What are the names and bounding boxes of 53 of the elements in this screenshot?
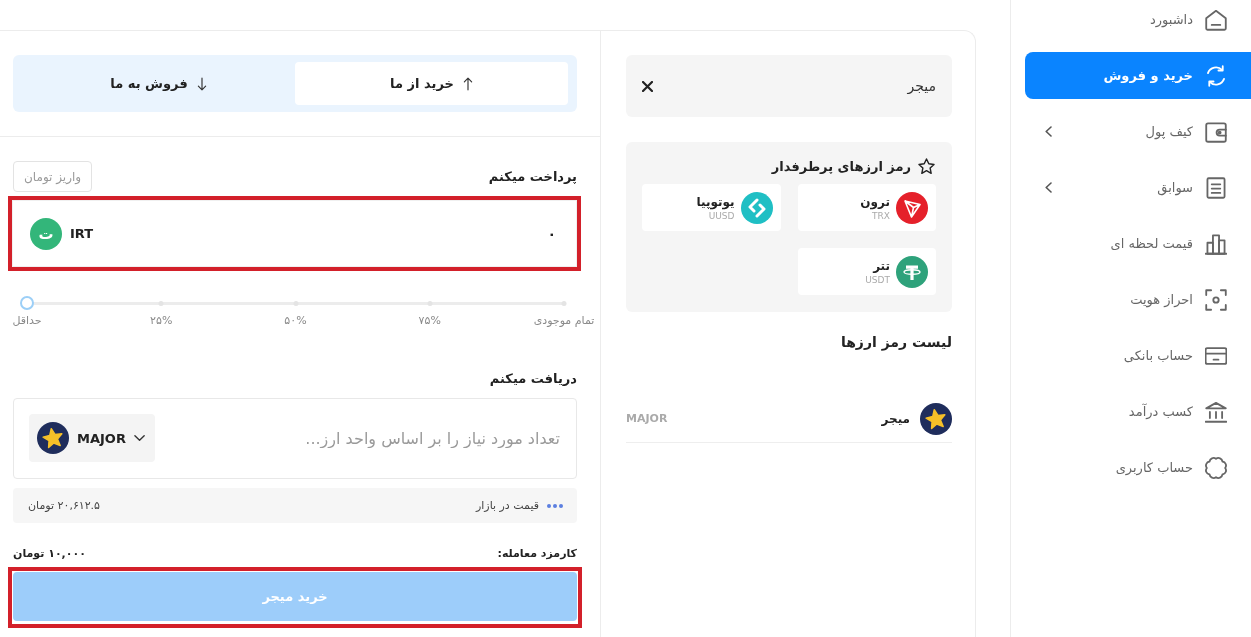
home-icon: [1205, 8, 1227, 31]
sidebar-item[interactable]: قیمت لحظه ای: [1025, 220, 1251, 267]
bank-icon: [1205, 400, 1227, 423]
wallet-icon: [1205, 120, 1227, 143]
coin-symbol: USDT: [865, 274, 890, 285]
close-icon[interactable]: [642, 80, 653, 92]
star-coin-icon: [37, 422, 69, 454]
slider-stop-label: حداقل: [12, 313, 42, 329]
section-title: لیست رمز ارزها: [839, 333, 952, 352]
sidebar-item[interactable]: حساب بانکی: [1025, 332, 1251, 379]
currency-code: IRT: [70, 226, 94, 241]
star-icon: [917, 156, 936, 176]
document-icon: [1205, 176, 1227, 199]
coin-name: میجر: [881, 411, 910, 426]
card-icon: [1205, 344, 1227, 367]
sidebar-item[interactable]: کیف پول: [1025, 108, 1251, 155]
sidebar-item[interactable]: داشبورد: [1025, 0, 1251, 43]
coin-name: ترون: [860, 194, 890, 209]
sidebar-item[interactable]: احراز هویت: [1025, 276, 1251, 323]
dots-icon: [547, 503, 563, 508]
coin-name: تتر: [871, 258, 890, 273]
slider-stop-label: ۲۵%: [150, 313, 173, 329]
coin-symbol: MAJOR: [626, 412, 668, 425]
star-coin-icon: [920, 402, 952, 435]
sidebar-item[interactable]: سوابق: [1025, 164, 1251, 211]
coin-symbol: UUSD: [707, 210, 735, 221]
section-title: رمز ارزهای پرطرفدار: [771, 158, 911, 174]
bar-chart-icon: [1205, 232, 1227, 255]
chevron-down-icon: [133, 434, 145, 442]
slider-stop-label: تمام موجودی: [533, 313, 595, 329]
search-field[interactable]: میجر: [626, 55, 952, 117]
price-label: قیمت در بازار: [475, 499, 539, 512]
tab[interactable]: خرید از ما: [295, 62, 568, 105]
price-value: ۲۰,۶۱۲.۵ تومان: [28, 499, 100, 512]
tab[interactable]: فروش به ما: [22, 62, 295, 105]
badge-icon: [1205, 456, 1227, 479]
sidebar-item[interactable]: خرید و فروش: [1025, 52, 1251, 99]
fee-value: ۱۰,۰۰۰ تومان: [13, 546, 86, 560]
slider-thumb[interactable]: [20, 296, 34, 310]
arrow-up-icon: [462, 75, 473, 92]
fee-label: کارمزد معامله:: [497, 546, 577, 560]
field-label: پرداخت میکنم: [488, 169, 577, 184]
field-label: دریافت میکنم: [489, 370, 577, 386]
currency-selector[interactable]: MAJOR: [29, 414, 155, 462]
arrow-down-icon: [196, 75, 207, 92]
coin-name: یوتوپیا: [696, 194, 735, 209]
sidebar-item[interactable]: کسب درآمد: [1025, 388, 1251, 435]
scan-icon: [1205, 288, 1227, 311]
sidebar-item[interactable]: حساب کاربری: [1025, 444, 1251, 491]
exchange-icon: [1205, 64, 1227, 87]
slider-stop-label: ۵۰%: [284, 313, 307, 329]
slider-stop-label: ۷۵%: [418, 313, 441, 329]
coin-symbol: TRX: [871, 210, 890, 221]
